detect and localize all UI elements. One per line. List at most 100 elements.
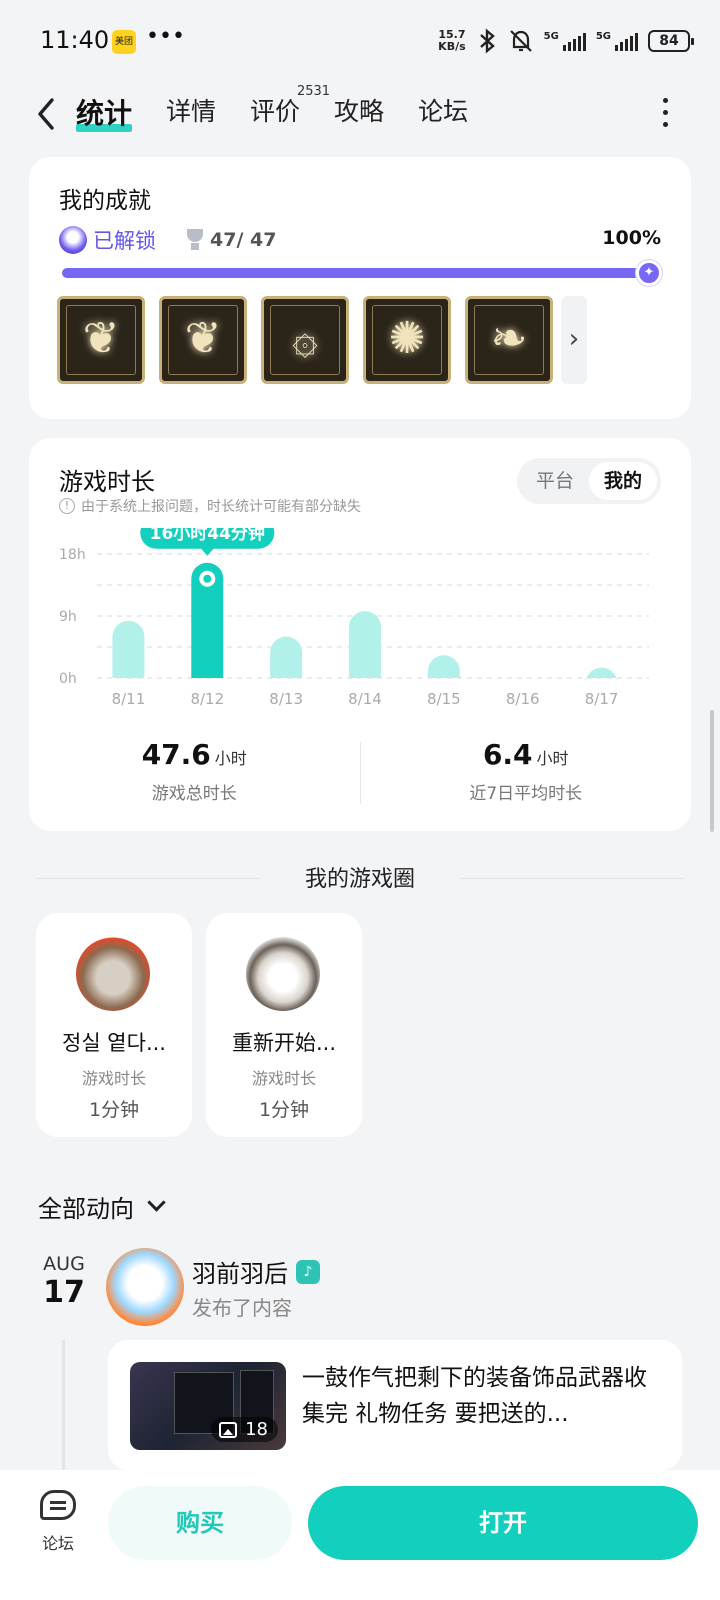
tooltip-text: 16小时44分钟: [150, 528, 265, 544]
heart-emblem-icon[interactable]: ❦: [57, 296, 145, 384]
chart-bar: [585, 667, 618, 684]
feed-month: AUG: [43, 1253, 85, 1275]
game-avatar: [76, 937, 150, 1011]
feed-filter-dropdown[interactable]: 全部动向: [38, 1189, 166, 1224]
bluetooth-icon: [479, 28, 495, 54]
achievement-percent: 100%: [602, 227, 661, 249]
game-circle-title: 我的游戏圈: [304, 867, 415, 892]
tab-bar: 统计 详情 评价 2531 攻略 论坛: [76, 84, 502, 132]
tab-forum[interactable]: 论坛: [418, 92, 468, 132]
total-playtime-value: 47.6: [141, 738, 211, 771]
game-playtime-value: 1分钟: [88, 1099, 140, 1121]
total-playtime: 47.6 小时 游戏总时长: [29, 738, 360, 808]
total-playtime-label: 游戏总时长: [151, 784, 237, 804]
signal2-label: 5G: [595, 31, 611, 42]
bar-marker-dot: [203, 574, 212, 583]
status-bar: 11:40 美团 ••• 15.7 KB/s 5G 5G 84: [0, 0, 720, 84]
chat-bubble-icon: [40, 1490, 76, 1520]
unlocked-label: 已解锁: [93, 229, 156, 253]
image-count: 18: [245, 1419, 268, 1440]
x-tick-label: 8/17: [585, 690, 619, 708]
signal1-label: 5G: [543, 31, 559, 42]
tab-stats[interactable]: 统计: [76, 92, 133, 132]
signal-icon: 5G: [596, 31, 638, 51]
tooltip-pointer: [200, 547, 215, 556]
game-circle-item[interactable]: 정실 옅다... 游戏时长 1分钟: [36, 913, 192, 1137]
x-tick-label: 8/13: [269, 690, 303, 708]
avg-playtime-unit: 小时: [536, 749, 569, 768]
achievements-card[interactable]: 我的成就 已解锁 47/ 47 100% ✦ ❦ ❦ ۞ ✺ ❧ ›: [29, 157, 691, 419]
open-button[interactable]: 打开: [308, 1486, 698, 1560]
buy-button[interactable]: 购买: [108, 1486, 292, 1560]
more-options-icon[interactable]: [663, 98, 668, 127]
tab-reviews-label: 评价: [250, 97, 301, 126]
post-text: 一鼓作气把剩下的装备饰品武器收集完 礼物任务 要把送的...: [302, 1365, 647, 1427]
feed-post[interactable]: 18 一鼓作气把剩下的装备饰品武器收集完 礼物任务 要把送的...: [108, 1340, 682, 1470]
playtime-stats: 47.6 小时 游戏总时长 6.4 小时 近7日平均时长: [29, 738, 691, 808]
feed-day: 17: [43, 1275, 85, 1310]
toggle-mine[interactable]: 我的: [589, 462, 657, 500]
scrollbar[interactable]: [710, 710, 714, 832]
status-time: 11:40: [40, 26, 110, 54]
heart-emblem-icon[interactable]: ❦: [159, 296, 247, 384]
toggle-platform[interactable]: 平台: [521, 462, 589, 500]
review-count: 2531: [296, 84, 331, 99]
trophy-icon: [186, 229, 204, 251]
forum-button[interactable]: 论坛: [34, 1490, 82, 1554]
more-notifications-icon: •••: [146, 24, 185, 49]
avg-playtime-value: 6.4: [482, 738, 533, 771]
playtime-note: ! 由于系统上报问题，时长统计可能有部分缺失: [59, 496, 361, 516]
post-thumbnail[interactable]: 18: [130, 1362, 286, 1450]
game-circle-item[interactable]: 重新开始... 游戏时长 1分钟: [206, 913, 362, 1137]
game-playtime-value: 1分钟: [258, 1099, 310, 1121]
chart-bar: [270, 636, 303, 678]
x-tick-label: 8/15: [427, 690, 461, 708]
achievement-progress-fill: [62, 268, 648, 278]
tab-details[interactable]: 详情: [166, 92, 216, 132]
feed-filter-label: 全部动向: [38, 1195, 134, 1223]
achievements-title: 我的成就: [59, 188, 151, 214]
user-avatar[interactable]: [106, 1248, 184, 1326]
playtime-note-text: 由于系统上报问题，时长统计可能有部分缺失: [81, 499, 361, 515]
avg-playtime-label: 近7日平均时长: [469, 784, 583, 804]
total-playtime-unit: 小时: [214, 749, 247, 768]
feed-action: 发布了内容: [192, 1296, 292, 1320]
info-icon: !: [59, 498, 75, 514]
avg-playtime: 6.4 小时 近7日平均时长: [361, 738, 692, 808]
signal-icon: 5G: [544, 31, 586, 51]
back-arrow-icon[interactable]: [32, 94, 62, 134]
divider: [460, 878, 684, 879]
game-playtime-label: 游戏时长: [81, 1069, 146, 1088]
unlock-status: 已解锁 47/ 47: [59, 225, 276, 255]
mute-bell-icon: [509, 30, 532, 52]
tab-guides[interactable]: 攻略: [334, 92, 384, 132]
forum-label: 论坛: [41, 1534, 74, 1553]
y-tick-label: 0h: [59, 671, 77, 687]
bottom-bar: 论坛 购买 打开: [0, 1470, 720, 1600]
chart-bar: [112, 620, 145, 678]
sparkle-icon: ✦: [636, 260, 662, 286]
tab-reviews[interactable]: 评价 2531: [250, 84, 330, 132]
playtime-card: 游戏时长 ! 由于系统上报问题，时长统计可能有部分缺失 平台 我的 0h 9h 18…: [29, 438, 691, 831]
flame-swirl-icon[interactable]: ۞: [261, 296, 349, 384]
x-tick-label: 8/11: [112, 690, 146, 708]
feed-user[interactable]: 羽前羽后 ♪: [192, 1254, 320, 1289]
playtime-chart: 0h 9h 18h 8/11 16小时44分钟 8/12 8/13 8/14 8/15 8/16 8…: [59, 528, 649, 708]
chevron-right-icon[interactable]: ›: [561, 296, 587, 384]
feed-username: 羽前羽后: [192, 1260, 288, 1288]
y-tick-label: 18h: [59, 547, 86, 563]
feed-date: AUG 17: [40, 1253, 88, 1310]
platform-toggle: 平台 我的: [517, 458, 661, 504]
wing-shoe-icon[interactable]: ❧: [465, 296, 553, 384]
achievement-progress-bar: ✦: [62, 260, 662, 286]
status-icons: 15.7 KB/s 5G 5G 84: [438, 28, 694, 54]
net-speed-unit: KB/s: [438, 40, 466, 53]
net-speed: 15.7 KB/s: [438, 29, 465, 53]
image-icon: [219, 1421, 238, 1438]
y-tick-label: 9h: [59, 609, 77, 625]
battery-icon: 84: [648, 30, 694, 52]
achievement-count: 47/ 47: [210, 229, 277, 251]
chart-bar: [427, 655, 460, 678]
bird-head-icon[interactable]: ✺: [363, 296, 451, 384]
x-tick-label: 8/12: [190, 690, 224, 708]
